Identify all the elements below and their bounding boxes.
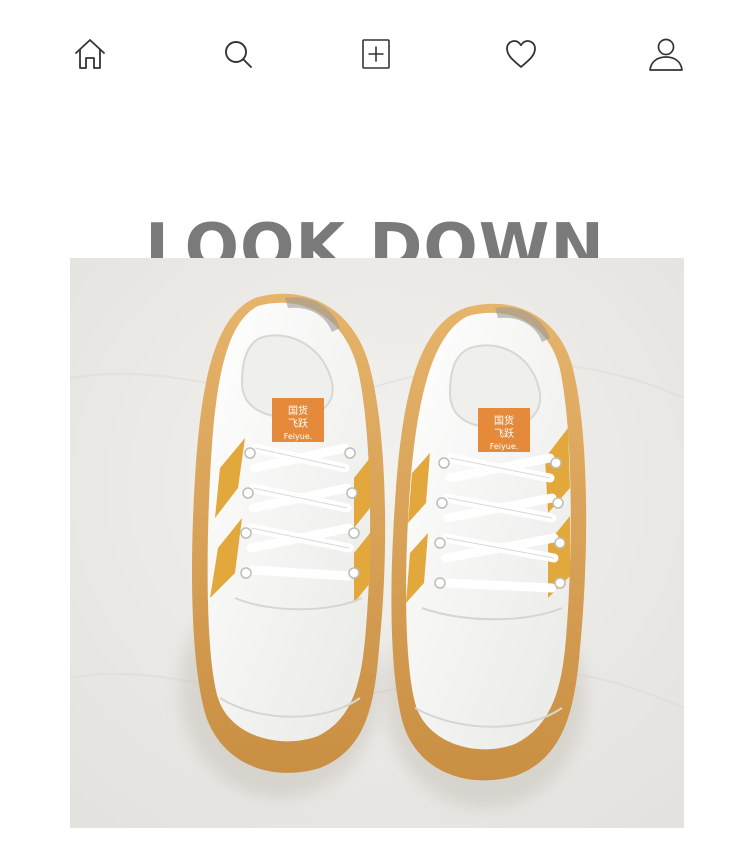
home-icon: [75, 39, 105, 69]
nav-search-button[interactable]: [214, 30, 262, 78]
add-square-icon: [362, 39, 390, 69]
top-navigation: [0, 30, 750, 80]
right-tag-brand: Feiyue.: [490, 442, 519, 451]
nav-home-button[interactable]: [66, 30, 114, 78]
nav-add-button[interactable]: [352, 30, 400, 78]
product-page: LOOK DOWN 国货 飞跃 Feiyue. 国货 飞跃 Feiyue.: [0, 0, 750, 860]
left-tag-line1: 国货: [288, 404, 308, 417]
right-sneaker: 国货 飞跃 Feiyue.: [391, 303, 587, 781]
left-tag-brand: Feiyue.: [284, 432, 313, 441]
heart-icon: [506, 40, 536, 68]
product-photo: 国货 飞跃 Feiyue. 国货 飞跃 Feiyue.: [70, 258, 684, 828]
nav-profile-button[interactable]: [642, 30, 690, 78]
left-sneaker: 国货 飞跃 Feiyue.: [192, 293, 386, 773]
nav-favorites-button[interactable]: [497, 30, 545, 78]
right-tag-line2: 飞跃: [494, 428, 514, 440]
sneakers-image: 国货 飞跃 Feiyue. 国货 飞跃 Feiyue.: [70, 258, 684, 828]
search-icon: [225, 41, 252, 68]
left-tag-line2: 飞跃: [288, 418, 308, 430]
user-icon: [649, 38, 683, 71]
right-tag-line1: 国货: [494, 414, 514, 427]
